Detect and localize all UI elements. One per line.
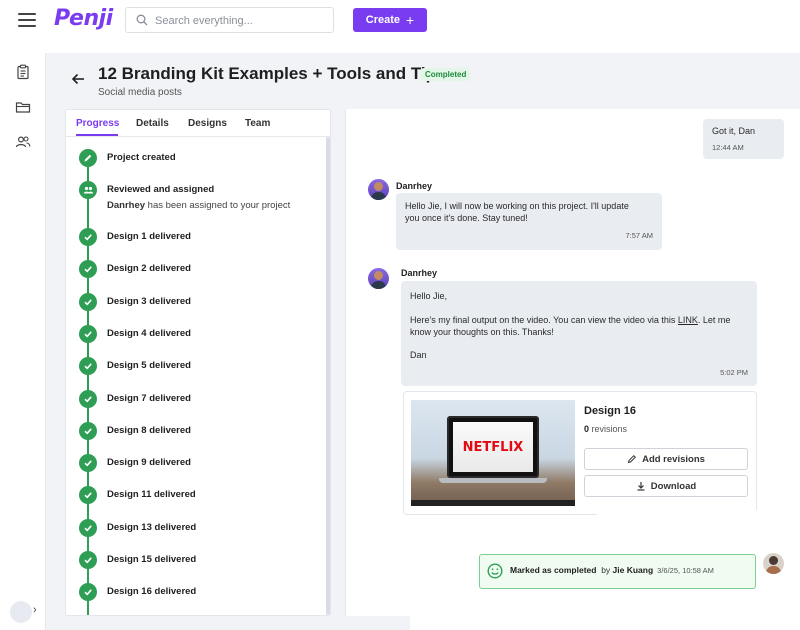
timeline-label: Design 16 delivered	[107, 586, 197, 598]
sender-name: Danrhey	[396, 181, 433, 191]
completed-notice: Marked as completed by Jie Kuang 3/6/25, …	[479, 554, 756, 589]
download-icon	[637, 482, 645, 491]
overlay-panel	[597, 510, 785, 550]
check-icon	[79, 486, 97, 505]
timeline-detail: Danrhey has been assigned to your projec…	[107, 200, 291, 211]
message-text: Here's my final output on the video. You…	[410, 315, 731, 337]
avatar[interactable]	[368, 268, 389, 289]
timeline-label: Design 2 delivered	[107, 263, 191, 275]
search-icon	[136, 14, 148, 26]
tab-bar: Progress Details Designs Team	[66, 110, 330, 137]
timeline-line	[87, 158, 89, 615]
completed-text: Marked as completed by Jie Kuang 3/6/25, …	[510, 565, 714, 575]
plus-icon: +	[406, 12, 415, 28]
create-label: Create	[365, 14, 401, 26]
check-icon	[79, 389, 97, 408]
group-icon	[79, 181, 97, 199]
message-time: 5:02 PM	[720, 368, 748, 377]
incoming-message: Hello Jie, Here's my final output on the…	[401, 281, 757, 386]
check-icon	[79, 292, 97, 311]
timeline-label: Design 4 delivered	[107, 327, 191, 339]
check-icon	[79, 260, 97, 279]
chevron-right-icon[interactable]: ›	[33, 604, 37, 616]
design-title: Design 16	[584, 405, 636, 417]
check-icon	[79, 551, 97, 569]
tab-designs[interactable]: Designs	[188, 118, 227, 129]
outgoing-message: Got it, Dan 12:44 AM	[703, 119, 784, 159]
overlay-panel	[410, 595, 800, 630]
page-title: 12 Branding Kit Examples + Tools and Tip…	[98, 64, 446, 83]
users-icon[interactable]	[15, 134, 31, 150]
timeline-label: Design 13 delivered	[107, 521, 197, 533]
tab-progress[interactable]: Progress	[76, 118, 119, 129]
timeline-label: Reviewed and assigned	[107, 184, 215, 195]
timeline-label: Design 8 delivered	[107, 424, 191, 436]
check-icon	[79, 518, 97, 537]
logo[interactable]: Penji	[54, 6, 113, 31]
timeline-label: Design 5 delivered	[107, 360, 191, 372]
avatar[interactable]	[763, 553, 784, 574]
search-box[interactable]	[125, 7, 334, 33]
tab-details[interactable]: Details	[136, 118, 169, 129]
active-tab-indicator	[76, 134, 118, 136]
assignee-name[interactable]: Danrhey	[107, 200, 145, 211]
completed-time: 3/6/25, 10:58 AM	[657, 566, 714, 575]
add-revisions-button[interactable]: Add revisions	[584, 448, 748, 470]
message-time: 7:57 AM	[625, 231, 653, 240]
avatar[interactable]	[368, 179, 389, 200]
message-signoff: Dan	[410, 350, 427, 360]
status-badge: Completed	[421, 68, 471, 81]
timeline-label: Design 3 delivered	[107, 295, 191, 307]
timeline-label: Design 7 delivered	[107, 392, 191, 404]
design-thumbnail[interactable]: NETFLIX	[411, 400, 575, 506]
timeline-label: Project created	[107, 152, 176, 163]
top-bar: Penji Create +	[0, 0, 800, 53]
incoming-message: Hello Jie, I will now be working on this…	[396, 193, 662, 250]
check-icon	[79, 421, 97, 440]
timeline-label: Design 15 delivered	[107, 554, 197, 565]
scrollbar[interactable]	[326, 137, 330, 615]
check-icon	[79, 324, 97, 343]
completed-user[interactable]: Jie Kuang	[613, 565, 654, 575]
timeline-label: Design 11 delivered	[107, 489, 196, 501]
thumbnail-logo-text: NETFLIX	[462, 439, 524, 455]
design-revisions: 0 revisions	[584, 424, 628, 434]
download-button[interactable]: Download	[584, 475, 748, 497]
pencil-icon	[627, 454, 637, 464]
message-text: Hello Jie, I will now be working on this…	[405, 201, 629, 223]
create-button[interactable]: Create +	[353, 8, 427, 32]
video-link[interactable]: LINK	[678, 315, 698, 325]
page-subtitle: Social media posts	[98, 87, 182, 98]
search-input[interactable]	[155, 12, 325, 29]
menu-icon[interactable]	[18, 13, 36, 27]
smile-icon	[487, 563, 503, 579]
check-icon	[79, 454, 97, 473]
timeline-label: Design 9 delivered	[107, 457, 191, 469]
message-text: Got it, Dan	[712, 126, 756, 136]
message-time: 12:44 AM	[712, 143, 744, 152]
message-greeting: Hello Jie,	[410, 291, 448, 301]
check-icon	[79, 228, 97, 246]
design-card: NETFLIX Design 16 0 revisions Add revisi…	[403, 391, 757, 515]
progress-panel: Progress Details Designs Team Project cr…	[65, 109, 331, 616]
avatar[interactable]	[10, 601, 32, 623]
pencil-icon	[79, 149, 97, 167]
tab-team[interactable]: Team	[245, 118, 270, 129]
check-icon	[79, 357, 97, 376]
clipboard-icon[interactable]	[15, 64, 31, 80]
left-rail: ›	[0, 53, 46, 630]
timeline-label: Design 1 delivered	[107, 231, 191, 242]
back-arrow-icon[interactable]	[71, 73, 85, 85]
check-icon	[79, 583, 97, 602]
sender-name: Danrhey	[401, 268, 438, 278]
folder-icon[interactable]	[15, 99, 31, 115]
